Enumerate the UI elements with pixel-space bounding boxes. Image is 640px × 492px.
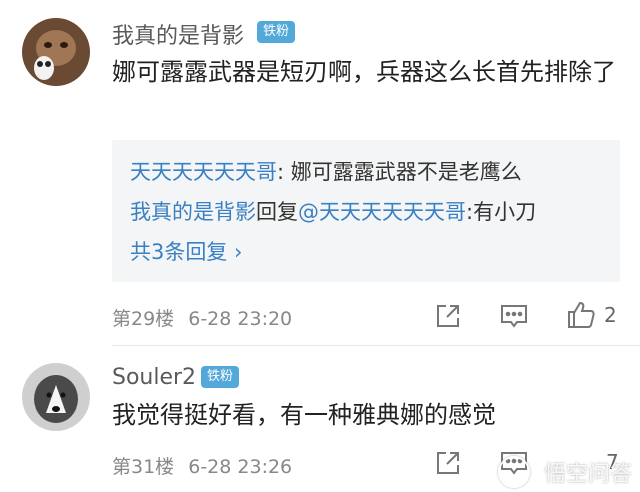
reply-text: :有小刀 bbox=[466, 200, 537, 224]
reply-verb: 回复 bbox=[256, 200, 298, 224]
floor-number: 第29楼 bbox=[112, 308, 175, 330]
timestamp: 6-28 23:26 bbox=[188, 456, 293, 478]
comment-meta: 第31楼 6-28 23:26 bbox=[112, 452, 292, 479]
reply-text: 娜可露露武器不是老鹰么 bbox=[290, 160, 522, 184]
reply-line: 我真的是背影回复@天天天天天天哥:有小刀 bbox=[130, 196, 536, 226]
timestamp: 6-28 23:20 bbox=[188, 308, 293, 330]
reply-icon[interactable] bbox=[499, 302, 529, 334]
comment-content: 我觉得挺好看，有一种雅典娜的感觉 bbox=[112, 401, 496, 429]
reply-mention[interactable]: @天天天天天天哥 bbox=[298, 200, 466, 224]
username[interactable]: 我真的是背影 bbox=[112, 18, 244, 50]
comment-29: 我真的是背影 铁粉 娜可露露武器是短刃啊，兵器这么长首先排除了 天天天天天天哥:… bbox=[0, 0, 640, 345]
reply-author[interactable]: 我真的是背影 bbox=[130, 200, 256, 224]
share-icon[interactable] bbox=[434, 302, 462, 334]
like-icon[interactable] bbox=[566, 300, 596, 334]
comment-content: 娜可露露武器是短刃啊，兵器这么长首先排除了 bbox=[112, 58, 616, 86]
avatar[interactable] bbox=[22, 363, 90, 431]
reply-line: 天天天天天天哥: 娜可露露武器不是老鹰么 bbox=[130, 156, 522, 186]
avatar[interactable] bbox=[22, 18, 90, 86]
username[interactable]: Souler2 bbox=[112, 365, 196, 390]
share-icon[interactable] bbox=[434, 449, 462, 481]
more-replies-link[interactable]: 共3条回复 › bbox=[130, 236, 242, 266]
fan-badge: 铁粉 bbox=[201, 366, 240, 388]
watermark: 悟空问答 bbox=[543, 462, 632, 487]
fan-badge: 铁粉 bbox=[257, 21, 296, 43]
watermark-logo-icon bbox=[498, 456, 530, 488]
like-count: 2 bbox=[604, 303, 617, 327]
reply-separator: : bbox=[277, 160, 291, 184]
comment-meta: 第29楼 6-28 23:20 bbox=[112, 304, 292, 331]
reply-preview[interactable]: 天天天天天天哥: 娜可露露武器不是老鹰么 我真的是背影回复@天天天天天天哥:有小… bbox=[112, 140, 620, 282]
reply-author[interactable]: 天天天天天天哥 bbox=[130, 160, 277, 184]
floor-number: 第31楼 bbox=[112, 456, 175, 478]
